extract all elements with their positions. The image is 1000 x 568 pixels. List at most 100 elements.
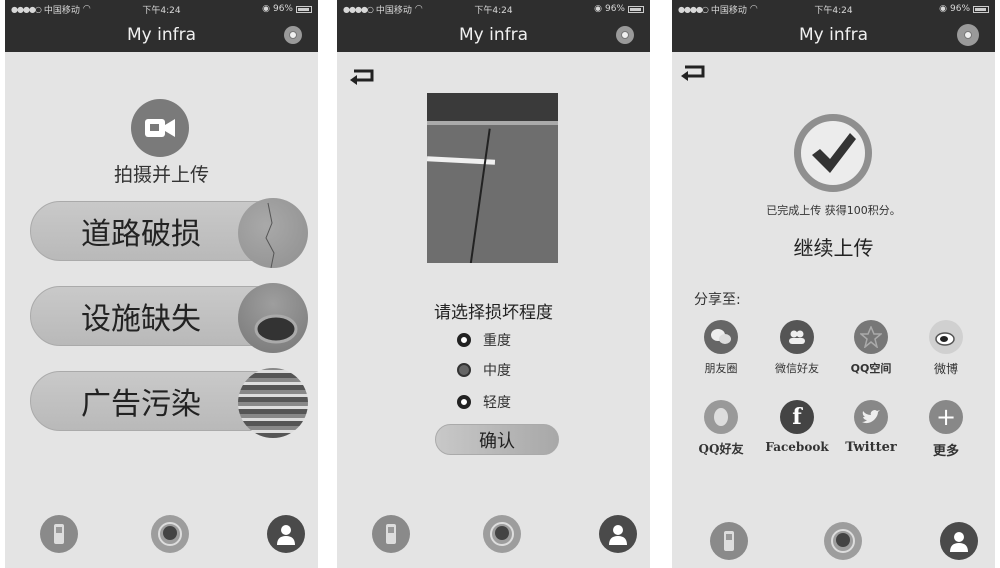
wifi-icon: ◠ — [749, 4, 758, 14]
status-bar: ●●●●○ 中国移动 ◠ 下午4:24 ◉ 96% — [5, 0, 318, 18]
app-title: My infra — [798, 25, 869, 45]
twitter-icon — [854, 400, 888, 434]
qq-icon — [704, 400, 738, 434]
settings-button[interactable] — [284, 26, 302, 44]
continue-upload-button[interactable]: 继续上传 — [672, 232, 995, 261]
share-target-label: QQ空间 — [850, 362, 892, 375]
advertisement-thumbnail — [238, 368, 308, 438]
tab-phone[interactable] — [372, 515, 410, 553]
settings-button[interactable] — [957, 24, 979, 46]
carrier: 中国移动 — [375, 5, 412, 16]
severity-option-light[interactable]: 轻度 — [457, 392, 511, 412]
return-arrow-icon — [681, 65, 705, 81]
option-label: 轻度 — [483, 395, 511, 411]
nav-bar: My infra — [5, 18, 318, 52]
wechat-moments-icon — [704, 320, 738, 354]
settings-button[interactable] — [616, 26, 634, 44]
tab-profile[interactable] — [940, 522, 978, 560]
screen-severity: ●●●●○ 中国移动 ◠ 下午4:24 ◉ 96% My infra 请选择损坏程度 … — [337, 0, 650, 568]
tab-profile[interactable] — [599, 515, 637, 553]
back-button[interactable] — [347, 66, 377, 86]
nav-bar: My infra — [337, 18, 650, 52]
more-icon: + — [929, 400, 963, 434]
signal-icon: ●●●●○ — [11, 4, 42, 14]
signal-icon: ●●●●○ — [678, 4, 709, 14]
share-weibo[interactable]: 微博 — [911, 320, 981, 377]
tab-bar — [337, 500, 650, 568]
capture-label: 拍摄并上传 — [113, 164, 209, 186]
confirm-button[interactable]: 确认 — [435, 424, 559, 455]
radio-button[interactable] — [457, 395, 471, 409]
location-icon: ◉ — [939, 4, 947, 14]
tab-customer-service[interactable] — [824, 522, 862, 560]
tab-profile[interactable] — [267, 515, 305, 553]
share-target-label: 微博 — [933, 362, 958, 376]
tab-bar — [5, 500, 318, 568]
captured-photo — [427, 93, 558, 263]
capture-button[interactable] — [131, 99, 189, 157]
share-qq[interactable]: QQ好友 — [686, 400, 756, 457]
radio-button-selected[interactable] — [457, 363, 471, 377]
share-qzone[interactable]: QQ空间 — [836, 320, 906, 376]
success-badge — [794, 114, 872, 192]
wechat-friends-icon — [780, 320, 814, 354]
battery-percent: 96% — [604, 4, 625, 14]
customer-service-icon — [158, 522, 182, 546]
tab-customer-service[interactable] — [483, 515, 521, 553]
battery-percent: 96% — [950, 4, 971, 14]
share-label: 分享至: — [694, 292, 741, 308]
category-label: 道路破损 — [81, 217, 201, 252]
share-wechat-moments[interactable]: 朋友圈 — [686, 320, 756, 376]
manhole-thumbnail — [238, 283, 308, 353]
severity-option-medium[interactable]: 中度 — [457, 360, 511, 380]
tab-bar — [672, 500, 995, 568]
severity-option-heavy[interactable]: 重度 — [457, 330, 511, 350]
qzone-icon — [854, 320, 888, 354]
category-road-damage[interactable]: 道路破损 — [30, 198, 308, 268]
share-target-label: 朋友圈 — [704, 362, 738, 375]
wifi-icon: ◠ — [82, 4, 91, 14]
carrier: 中国移动 — [43, 5, 80, 16]
clock: 下午4:24 — [814, 5, 853, 16]
clock: 下午4:24 — [142, 5, 181, 16]
status-bar: ●●●●○ 中国移动 ◠ 下午4:24 ◉ 96% — [337, 0, 650, 18]
option-label: 重度 — [483, 333, 511, 349]
status-bar: ●●●●○ 中国移动 ◠ 下午4:24 ◉ 96% — [672, 0, 995, 18]
wifi-icon: ◠ — [414, 4, 423, 14]
category-missing-facility[interactable]: 设施缺失 — [30, 283, 308, 353]
carrier: 中国移动 — [710, 5, 747, 16]
share-wechat-friends[interactable]: 微信好友 — [762, 320, 832, 376]
radio-button[interactable] — [457, 333, 471, 347]
tab-phone[interactable] — [40, 515, 78, 553]
tab-customer-service[interactable] — [151, 515, 189, 553]
option-label: 中度 — [483, 363, 511, 379]
video-camera-icon — [145, 119, 175, 137]
road-crack-thumbnail — [238, 198, 308, 268]
battery-percent: 96% — [272, 4, 293, 14]
share-target-label: QQ好友 — [698, 442, 744, 456]
share-target-label: 微信好友 — [775, 362, 819, 375]
user-icon — [950, 532, 968, 552]
battery-icon — [295, 5, 312, 13]
share-target-label: Facebook — [765, 440, 829, 454]
clock: 下午4:24 — [474, 5, 513, 16]
upload-complete-message: 已完成上传 获得100积分。 — [766, 204, 901, 217]
share-more[interactable]: + 更多 — [911, 400, 981, 459]
facebook-icon: f — [780, 400, 814, 434]
back-button[interactable] — [678, 62, 708, 82]
location-icon: ◉ — [594, 4, 602, 14]
share-target-label: 更多 — [932, 444, 959, 459]
screen-upload-complete: ●●●●○ 中国移动 ◠ 下午4:24 ◉ 96% My infra 已完成上传 获得… — [672, 0, 995, 568]
share-facebook[interactable]: f Facebook — [762, 400, 832, 454]
category-ad-pollution[interactable]: 广告污染 — [30, 368, 308, 438]
severity-title: 请选择损坏程度 — [434, 303, 553, 323]
phone-icon — [386, 524, 396, 544]
weibo-icon — [929, 320, 963, 354]
battery-icon — [973, 5, 990, 13]
app-title: My infra — [458, 25, 529, 45]
road-crack — [469, 128, 491, 263]
share-twitter[interactable]: Twitter — [836, 400, 906, 455]
checkmark-icon — [812, 133, 856, 173]
tab-phone[interactable] — [710, 522, 748, 560]
category-label: 设施缺失 — [81, 302, 201, 337]
